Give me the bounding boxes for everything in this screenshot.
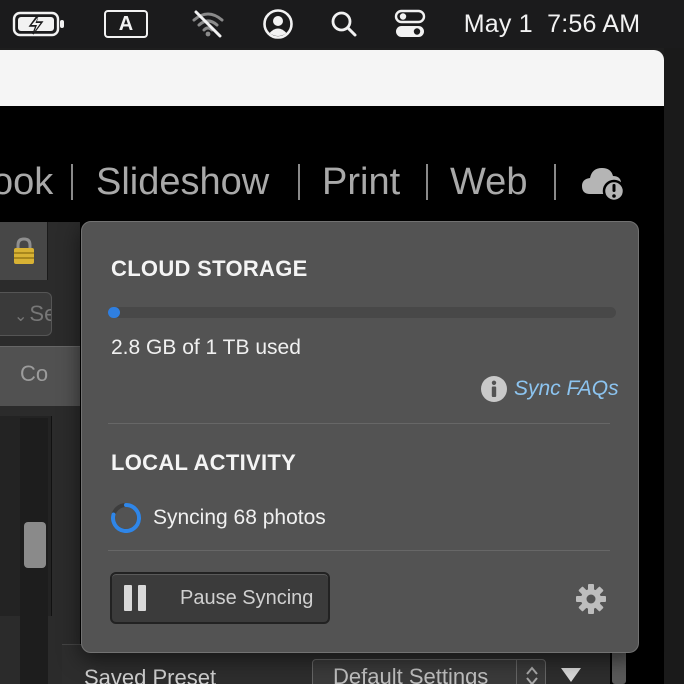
clock-date: May 1	[463, 9, 533, 38]
battery-charging-icon[interactable]	[10, 0, 68, 48]
input-source-label: A	[104, 10, 148, 38]
preset-stepper-icon[interactable]	[516, 659, 546, 684]
module-separator	[554, 164, 556, 200]
right-scrollbar[interactable]	[612, 648, 626, 684]
preset-value: Default Settings	[333, 664, 489, 684]
module-separator	[426, 164, 428, 200]
module-separator	[71, 164, 73, 200]
pause-syncing-button[interactable]: Pause Syncing	[110, 572, 330, 624]
info-icon	[481, 376, 507, 402]
search-icon[interactable]	[328, 0, 360, 48]
preset-menu-triangle-icon[interactable]	[560, 667, 582, 684]
module-book[interactable]: ook	[0, 156, 53, 208]
pause-syncing-label: Pause Syncing	[180, 586, 314, 609]
panel-search-placeholder: Sea	[29, 301, 51, 326]
left-panel: ⌄Sea Co	[0, 222, 80, 684]
wifi-off-icon[interactable]	[190, 0, 226, 48]
module-separator	[298, 164, 300, 200]
module-slideshow[interactable]: Slideshow	[96, 156, 269, 208]
panel-row[interactable]: Co	[0, 346, 80, 406]
divider	[108, 423, 610, 424]
sync-status-popover: CLOUD STORAGE 2.8 GB of 1 TB used Sync F…	[81, 221, 639, 653]
pause-icon	[124, 585, 146, 611]
clock-time: 7:56 AM	[547, 9, 641, 38]
chevron-down-icon: ⌄	[14, 308, 28, 325]
menu-bar-clock[interactable]: May 1 7:56 AM	[452, 0, 652, 48]
module-web[interactable]: Web	[450, 156, 527, 208]
sync-status-row: Syncing 68 photos	[109, 501, 326, 535]
module-print[interactable]: Print	[322, 156, 400, 208]
panel-search-input[interactable]: ⌄Sea	[0, 292, 52, 336]
input-source-indicator[interactable]: A	[104, 0, 148, 48]
panel-row-label: Co	[20, 361, 49, 386]
lock-toggle[interactable]	[0, 222, 48, 280]
cloud-sync-alert-icon[interactable]	[580, 164, 626, 203]
desktop-edge	[664, 48, 684, 684]
user-account-icon[interactable]	[260, 0, 296, 48]
control-center-icon[interactable]	[392, 0, 428, 48]
sync-status-text: Syncing 68 photos	[153, 506, 326, 529]
sync-faqs-link[interactable]: Sync FAQs	[480, 374, 619, 404]
local-activity-heading: LOCAL ACTIVITY	[111, 450, 297, 475]
cloud-storage-heading: CLOUD STORAGE	[111, 256, 308, 281]
sync-faqs-label: Sync FAQs	[514, 377, 619, 400]
sync-spinner-icon	[111, 503, 142, 533]
lock-icon	[13, 237, 34, 264]
gear-icon[interactable]	[574, 582, 608, 616]
storage-usage-bar	[108, 307, 616, 318]
window-titlebar	[0, 50, 664, 106]
divider	[108, 550, 610, 551]
preset-select[interactable]: Default Settings	[312, 659, 546, 684]
storage-usage-text: 2.8 GB of 1 TB used	[111, 336, 301, 359]
preset-label: Saved Preset	[84, 665, 217, 684]
menu-bar: A May 1 7:56 AM	[0, 0, 684, 48]
storage-usage-fill	[108, 307, 120, 318]
panel-scrollbar-thumb[interactable]	[24, 522, 46, 568]
